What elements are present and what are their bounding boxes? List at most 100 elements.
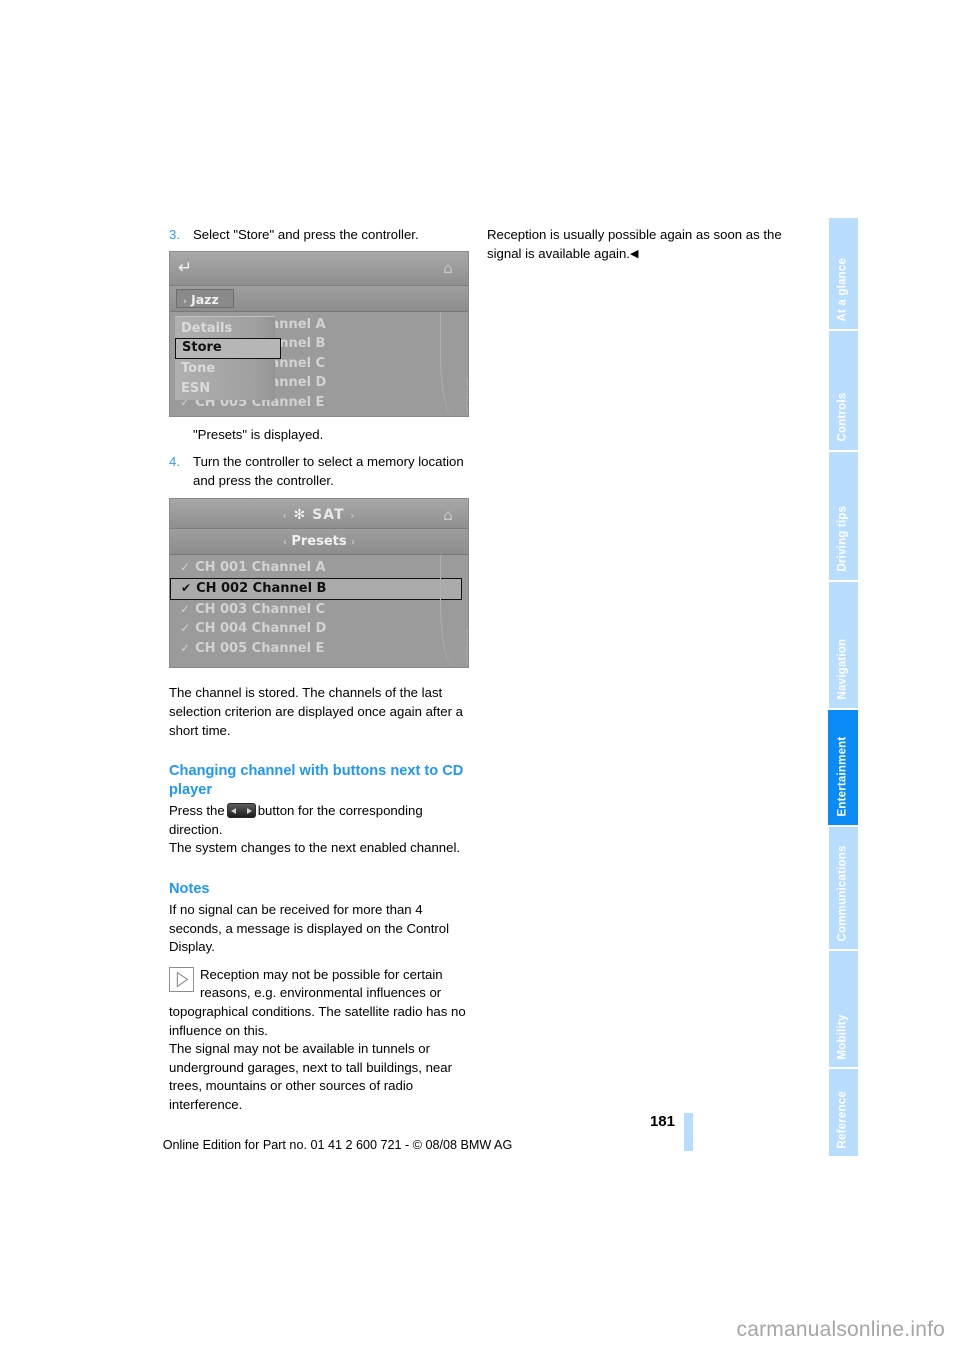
category-chip-jazz: › Jazz <box>176 288 234 308</box>
chapter-tab-label: Controls <box>836 392 849 442</box>
presets-caption: "Presets" is displayed. <box>193 426 324 442</box>
check-icon: ✔ <box>181 580 192 595</box>
idrive-presets-bar: ‹ Presets › <box>170 529 468 556</box>
list-item[interactable]: ✓ CH 004 Channel D <box>170 619 468 639</box>
list-item[interactable]: ✓ CH 003 Channel C <box>170 600 468 620</box>
tab-divider <box>828 218 829 330</box>
left-text-column: 3. Select "Store" and press the controll… <box>169 226 469 1114</box>
chevron-left-icon: ‹ <box>282 511 288 523</box>
step-text: Select "Store" and press the controller. <box>193 227 419 242</box>
step-number: 4. <box>169 454 180 470</box>
context-menu-item-tone[interactable]: Tone <box>175 359 275 379</box>
list-item-label: CH 005 Channel E <box>195 640 325 656</box>
list-item[interactable]: ✓ CH 005 Channel E <box>170 639 468 659</box>
press-button-paragraph: Press the button for the corresponding di… <box>169 802 469 839</box>
check-icon: ✓ <box>180 560 191 575</box>
presets-tab-label: Presets <box>291 534 347 550</box>
idrive-screenshot-presets: ‹ ✻ SAT › ⌂ ‹ Presets › ✓ CH 001 Channel … <box>169 498 469 669</box>
back-arrow-icon: ↵ <box>178 257 193 278</box>
tab-divider <box>828 1069 829 1156</box>
home-icon: ⌂ <box>443 506 453 525</box>
signal-availability-paragraph: The signal may not be available in tunne… <box>169 1041 452 1112</box>
chapter-tab-controls[interactable]: Controls <box>828 331 858 450</box>
chapter-tab-at-a-glance[interactable]: At a glance <box>828 218 858 330</box>
chevron-right-icon: › <box>183 296 187 307</box>
tab-divider <box>828 581 829 708</box>
reception-note-text: Reception may not be possible for certai… <box>169 966 466 1038</box>
context-menu-item-label: Tone <box>181 361 216 377</box>
tab-divider <box>828 331 829 450</box>
chevron-left-icon: ‹ <box>282 537 287 549</box>
manual-page: At a glance Controls Driving tips Naviga… <box>0 0 960 1358</box>
check-icon: ✓ <box>180 601 191 616</box>
channel-stored-paragraph: The channel is stored. The channels of t… <box>169 685 463 738</box>
chapter-tab-label: At a glance <box>836 257 849 322</box>
press-button-prefix: Press the <box>169 803 225 819</box>
chapter-tab-communications[interactable]: Communications <box>828 826 858 950</box>
context-menu-item-label: Details <box>181 320 233 336</box>
chapter-tab-label: Mobility <box>836 1014 849 1060</box>
idrive-channel-list: ✓CH 001 Channel A ✓CH 002 Channel B ✓CH … <box>170 311 468 416</box>
triangle-right-icon <box>246 807 252 814</box>
footer-edition-line: Online Edition for Part no. 01 41 2 600 … <box>162 1138 513 1152</box>
page-edge-marker <box>684 1113 693 1151</box>
context-menu-item-esn[interactable]: ESN <box>175 379 275 399</box>
chapter-tab-label: Navigation <box>836 638 849 700</box>
right-text-column: Reception is usually possible again as s… <box>487 226 787 263</box>
list-item-label: CH 002 Channel B <box>196 580 327 596</box>
context-menu: Details Store Tone ESN <box>175 315 281 401</box>
note-triangle-svg <box>176 971 189 988</box>
presets-tab: ‹ Presets › <box>170 529 468 556</box>
end-of-section-marker: ◀ <box>629 247 639 260</box>
step-number: 3. <box>169 227 180 242</box>
idrive-preset-list: ✓ CH 001 Channel A ✔ CH 002 Channel B ✓ CH … <box>170 555 468 668</box>
page-number: 181 <box>649 1113 675 1130</box>
heading-changing-channel: Changing channel with buttons next to CD… <box>169 763 464 799</box>
context-menu-item-label: Store <box>182 340 222 356</box>
chapter-tab-label: Communications <box>836 844 849 942</box>
reception-paragraph: Reception is usually possible again as s… <box>487 226 787 263</box>
reception-note-paragraph: Reception may not be possible for certai… <box>169 966 469 1040</box>
next-channel-paragraph: The system changes to the next enabled c… <box>169 840 461 856</box>
triangle-left-icon <box>230 807 236 814</box>
idrive-title: ‹ ✻ SAT › <box>170 506 468 527</box>
step-text: Turn the controller to select a memory l… <box>193 454 464 488</box>
chapter-tab-label: Entertainment <box>836 737 849 817</box>
chapter-tab-navigation[interactable]: Navigation <box>828 581 858 708</box>
step-3: 3. Select "Store" and press the controll… <box>169 226 469 245</box>
idrive-top-bar: ‹ ✻ SAT › ⌂ <box>170 499 468 530</box>
step-4: 4. Turn the controller to select a memor… <box>169 453 469 490</box>
idrive-title-label: SAT <box>312 507 345 524</box>
idrive-top-bar: ↵ ⌂ <box>170 251 468 286</box>
chapter-tab-reference[interactable]: Reference <box>828 1069 858 1156</box>
idrive-category-bar: › Jazz <box>170 285 468 312</box>
list-item-label: CH 001 Channel A <box>195 560 326 576</box>
watermark: carmanualsonline.info <box>736 1318 945 1341</box>
image-stamp: BM2780.CA <box>464 630 469 666</box>
context-menu-item-store[interactable]: Store <box>175 338 281 360</box>
chapter-tab-driving-tips[interactable]: Driving tips <box>828 451 858 580</box>
chapter-tab-rail: At a glance Controls Driving tips Naviga… <box>828 218 858 1158</box>
context-menu-item-label: ESN <box>181 380 211 396</box>
satellite-icon: ✻ <box>293 507 307 524</box>
check-icon: ✓ <box>180 640 191 655</box>
list-item[interactable]: ✓ CH 001 Channel A <box>170 558 468 578</box>
list-item-label: CH 003 Channel C <box>195 601 326 617</box>
home-icon: ⌂ <box>443 258 453 277</box>
chevron-right-icon: › <box>351 537 356 549</box>
chapter-tab-entertainment[interactable]: Entertainment <box>828 709 858 825</box>
list-item-selected[interactable]: ✔ CH 002 Channel B <box>170 577 462 600</box>
chapter-tab-label: Driving tips <box>836 505 849 572</box>
seek-buttons-icon <box>226 803 256 819</box>
check-icon: ✓ <box>180 621 191 636</box>
category-chip-label: Jazz <box>191 291 219 307</box>
tab-divider <box>828 826 829 950</box>
list-item-label: CH 004 Channel D <box>195 621 327 637</box>
idrive-screenshot-store-menu: ↵ ⌂ › Jazz ✓CH 001 Channel A ✓CH 002 Cha… <box>169 250 469 417</box>
tab-divider <box>828 451 829 580</box>
note-triangle-icon <box>169 966 194 992</box>
tab-divider <box>828 951 829 1068</box>
no-signal-paragraph: If no signal can be received for more th… <box>169 901 450 955</box>
chapter-tab-mobility[interactable]: Mobility <box>828 951 858 1068</box>
context-menu-item-details[interactable]: Details <box>175 319 275 339</box>
